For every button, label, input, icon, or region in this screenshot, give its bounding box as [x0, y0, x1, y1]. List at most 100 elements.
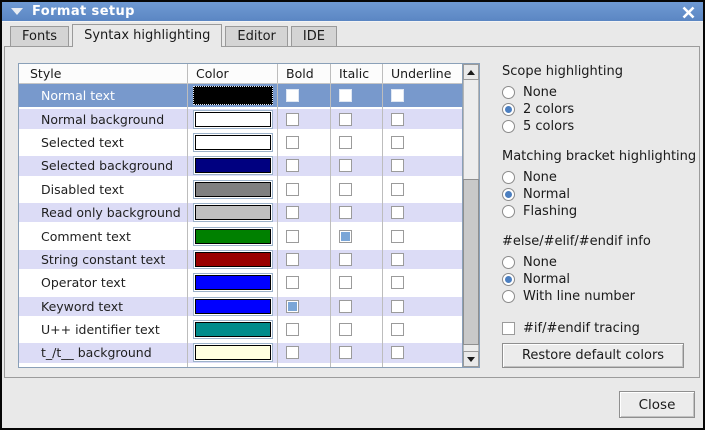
radio-icon[interactable] — [502, 86, 515, 99]
tab-editor[interactable]: Editor — [225, 26, 287, 46]
italic-checkbox[interactable] — [339, 346, 352, 359]
radio-icon[interactable] — [502, 256, 515, 269]
color-swatch[interactable] — [193, 203, 273, 222]
table-row[interactable]: String constant text — [19, 248, 462, 271]
color-swatch[interactable] — [193, 273, 273, 292]
bold-checkbox[interactable] — [286, 183, 299, 196]
tab-ide[interactable]: IDE — [291, 26, 337, 46]
underline-checkbox[interactable] — [391, 230, 404, 243]
radio-option[interactable]: Normal — [502, 271, 700, 288]
bold-checkbox[interactable] — [286, 323, 299, 336]
bold-checkbox[interactable] — [286, 276, 299, 289]
column-header[interactable]: Underline — [383, 64, 462, 83]
italic-checkbox[interactable] — [339, 183, 352, 196]
tab-fonts[interactable]: Fonts — [10, 26, 69, 46]
radio-icon[interactable] — [502, 290, 515, 303]
italic-checkbox[interactable] — [339, 136, 352, 149]
table-row[interactable]: t_/t__ background — [19, 341, 462, 364]
italic-checkbox[interactable] — [339, 253, 352, 266]
italic-checkbox[interactable] — [339, 159, 352, 172]
italic-checkbox[interactable] — [339, 276, 352, 289]
underline-checkbox[interactable] — [391, 206, 404, 219]
bold-checkbox[interactable] — [286, 136, 299, 149]
bold-checkbox[interactable] — [286, 300, 299, 313]
underline-checkbox[interactable] — [391, 323, 404, 336]
underline-checkbox[interactable] — [391, 276, 404, 289]
radio-option[interactable]: 5 colors — [502, 118, 700, 135]
column-header[interactable]: Style — [19, 64, 188, 83]
underline-checkbox[interactable] — [391, 253, 404, 266]
radio-icon[interactable] — [502, 205, 515, 218]
radio-icon[interactable] — [502, 103, 515, 116]
table-row[interactable]: Selected text — [19, 131, 462, 154]
table-row[interactable] — [19, 365, 462, 367]
close-icon[interactable] — [680, 4, 696, 20]
tab-syntax-highlighting[interactable]: Syntax highlighting — [72, 24, 222, 47]
color-swatch[interactable] — [193, 320, 273, 339]
column-header[interactable]: Color — [188, 64, 278, 83]
underline-checkbox[interactable] — [391, 113, 404, 126]
bold-checkbox[interactable] — [286, 206, 299, 219]
underline-checkbox[interactable] — [391, 183, 404, 196]
table-row[interactable]: Normal text — [19, 84, 462, 107]
underline-checkbox[interactable] — [391, 159, 404, 172]
title-bar[interactable]: Format setup — [2, 2, 703, 21]
restore-default-colors-button[interactable]: Restore default colors — [502, 343, 684, 368]
table-row[interactable]: Keyword text — [19, 295, 462, 318]
radio-icon[interactable] — [502, 171, 515, 184]
scroll-up-button[interactable] — [463, 64, 479, 80]
table-row[interactable]: Disabled text — [19, 178, 462, 201]
vertical-scrollbar[interactable] — [462, 64, 479, 367]
radio-option[interactable]: None — [502, 84, 700, 101]
tracing-checkbox[interactable] — [502, 322, 515, 335]
table-row[interactable]: U++ identifier text — [19, 318, 462, 341]
bold-checkbox[interactable] — [286, 346, 299, 359]
bold-checkbox[interactable] — [286, 113, 299, 126]
color-swatch[interactable] — [193, 227, 273, 246]
radio-option[interactable]: None — [502, 169, 700, 186]
scrollbar-thumb[interactable] — [463, 179, 479, 345]
underline-checkbox[interactable] — [391, 346, 404, 359]
radio-option[interactable]: Flashing — [502, 203, 700, 220]
italic-checkbox[interactable] — [339, 206, 352, 219]
italic-checkbox[interactable] — [339, 89, 352, 102]
table-row[interactable]: Read only background — [19, 201, 462, 224]
italic-checkbox[interactable] — [339, 113, 352, 126]
table-row[interactable]: Normal background — [19, 107, 462, 130]
underline-checkbox[interactable] — [391, 89, 404, 102]
column-header[interactable]: Bold — [278, 64, 331, 83]
color-swatch[interactable] — [193, 156, 273, 175]
color-swatch[interactable] — [193, 343, 273, 362]
color-swatch[interactable] — [193, 250, 273, 269]
scroll-down-button[interactable] — [463, 351, 479, 367]
window-menu-triangle-icon[interactable] — [11, 8, 23, 15]
bold-checkbox[interactable] — [286, 89, 299, 102]
underline-checkbox[interactable] — [391, 136, 404, 149]
color-swatch[interactable] — [193, 133, 273, 152]
italic-checkbox[interactable] — [339, 323, 352, 336]
radio-icon[interactable] — [502, 188, 515, 201]
column-header[interactable]: Italic — [331, 64, 383, 83]
radio-option[interactable]: 2 colors — [502, 101, 700, 118]
bold-checkbox[interactable] — [286, 253, 299, 266]
bold-checkbox[interactable] — [286, 159, 299, 172]
table-row[interactable]: Operator text — [19, 271, 462, 294]
bold-checkbox[interactable] — [286, 230, 299, 243]
color-swatch[interactable] — [193, 180, 273, 199]
table-row[interactable]: Comment text — [19, 224, 462, 247]
radio-icon[interactable] — [502, 120, 515, 133]
radio-option[interactable]: Normal — [502, 186, 700, 203]
italic-checkbox[interactable] — [339, 300, 352, 313]
underline-checkbox[interactable] — [391, 300, 404, 313]
color-swatch[interactable] — [193, 110, 273, 129]
scrollbar-track[interactable] — [463, 80, 479, 351]
color-swatch[interactable] — [193, 297, 273, 316]
tracing-row[interactable]: #if/#endif tracing — [502, 320, 700, 337]
color-swatch[interactable] — [193, 86, 273, 105]
table-row[interactable]: Selected background — [19, 154, 462, 177]
radio-icon[interactable] — [502, 273, 515, 286]
close-button[interactable]: Close — [619, 391, 695, 418]
italic-checkbox[interactable] — [339, 230, 352, 243]
radio-option[interactable]: With line number — [502, 288, 700, 305]
radio-option[interactable]: None — [502, 254, 700, 271]
